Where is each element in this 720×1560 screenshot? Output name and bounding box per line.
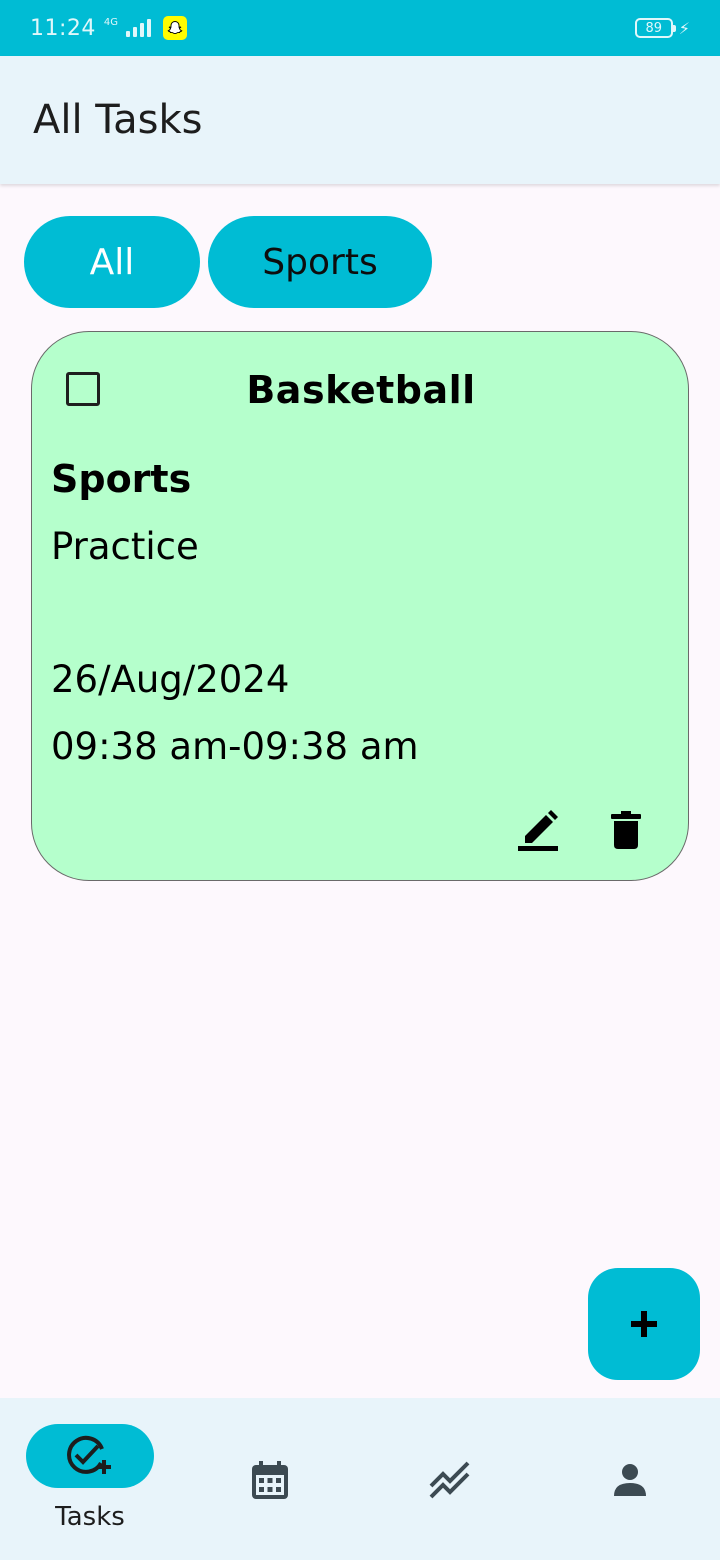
trend-icon <box>429 1461 470 1499</box>
battery-icon: 89 <box>634 18 676 38</box>
task-date: 26/Aug/2024 <box>51 658 290 701</box>
edit-task-button[interactable] <box>514 806 562 854</box>
filter-chip-label: Sports <box>262 241 378 283</box>
network-type: 4G <box>103 16 119 28</box>
status-left: 11:24 4G <box>30 15 188 41</box>
nav-icon-slot <box>246 1456 294 1504</box>
status-bar: 11:24 4G 89 ⚡ <box>0 0 720 56</box>
filter-chip-sports[interactable]: Sports <box>208 216 432 308</box>
signal-icon <box>126 19 152 37</box>
nav-item-calendar[interactable] <box>180 1398 360 1560</box>
status-right: 89 ⚡ <box>634 18 690 38</box>
nav-icon-slot <box>606 1456 654 1504</box>
plus-icon <box>631 1311 657 1337</box>
page-title: All Tasks <box>33 97 203 143</box>
task-time-range: 09:38 am-09:38 am <box>51 725 419 768</box>
task-title: Basketball <box>246 368 476 412</box>
charging-icon: ⚡ <box>678 18 690 38</box>
delete-task-button[interactable] <box>602 806 650 854</box>
nav-active-indicator <box>26 1424 154 1488</box>
bottom-navigation: Tasks <box>0 1398 720 1560</box>
task-category: Sports <box>51 457 192 501</box>
nav-item-profile[interactable] <box>540 1398 720 1560</box>
nav-item-stats[interactable] <box>360 1398 540 1560</box>
trash-icon <box>611 811 641 849</box>
add-task-button[interactable] <box>588 1268 700 1380</box>
snapchat-icon <box>163 16 188 40</box>
calendar-icon <box>252 1461 288 1499</box>
person-icon <box>614 1464 646 1496</box>
edit-icon <box>518 810 558 851</box>
task-card[interactable]: Basketball Sports Practice 26/Aug/2024 0… <box>31 331 689 881</box>
filter-chip-label: All <box>89 241 135 283</box>
nav-icon-slot <box>426 1456 474 1504</box>
nav-item-tasks[interactable]: Tasks <box>0 1398 180 1560</box>
status-time: 11:24 <box>30 15 96 41</box>
app-bar: All Tasks <box>0 56 720 184</box>
filter-chip-all[interactable]: All <box>24 216 200 308</box>
nav-label-tasks: Tasks <box>55 1502 125 1532</box>
task-add-icon <box>67 1435 111 1474</box>
task-description: Practice <box>51 525 199 568</box>
